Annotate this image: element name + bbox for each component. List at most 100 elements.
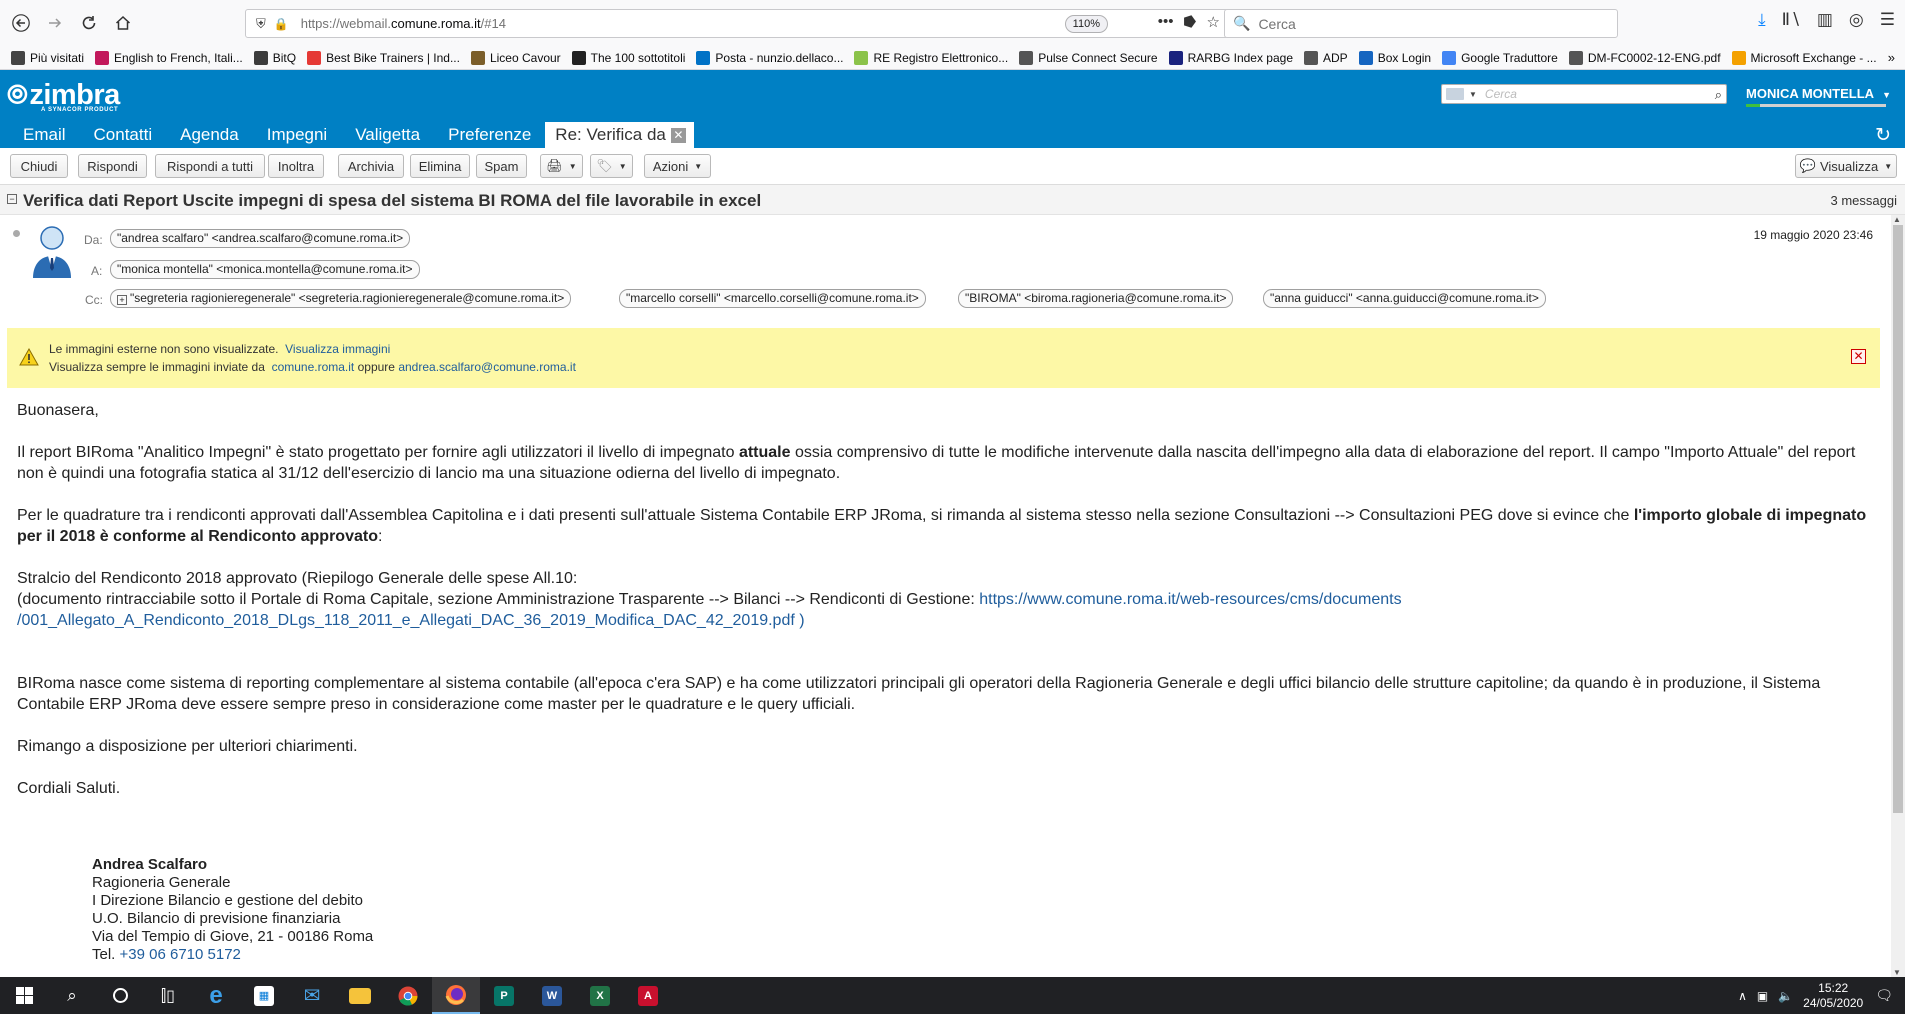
chevron-down-icon[interactable]: ▼ bbox=[1469, 90, 1477, 99]
url-bar[interactable]: ⛨ 🔒 https://webmail.comune.roma.it/#14 1… bbox=[245, 9, 1229, 38]
start-button[interactable] bbox=[0, 977, 48, 1014]
tab-impegni[interactable]: Impegni bbox=[253, 122, 341, 148]
bookmark-item[interactable]: ADP bbox=[1304, 50, 1348, 65]
bookmark-item[interactable]: The 100 sottotitoli bbox=[571, 50, 685, 65]
collapse-icon[interactable]: − bbox=[7, 194, 17, 204]
scroll-up-icon[interactable]: ▲ bbox=[1893, 215, 1901, 224]
cc-address[interactable]: + "segreteria ragionieregenerale" <segret… bbox=[110, 289, 572, 308]
task-view-icon[interactable]: ⫿▯ bbox=[144, 977, 192, 1014]
bookmark-item[interactable]: English to French, Itali... bbox=[95, 50, 243, 65]
user-menu[interactable]: MONICA MONTELLA ▼ bbox=[1746, 86, 1891, 101]
bookmark-item[interactable]: Più visitati bbox=[11, 50, 84, 65]
library-icon[interactable]: Ⅱ∖ bbox=[1782, 10, 1801, 30]
trust-sender-link[interactable]: andrea.scalfaro@comune.roma.it bbox=[398, 360, 576, 374]
to-address[interactable]: "monica montella" <monica.montella@comun… bbox=[110, 260, 420, 279]
message-date: 19 maggio 2020 23:46 bbox=[1753, 228, 1873, 242]
reply-button[interactable]: Rispondi bbox=[78, 154, 147, 178]
conversation-subject: Verifica dati Report Uscite impegni di s… bbox=[23, 191, 762, 210]
chevron-up-icon[interactable]: ∧ bbox=[1738, 989, 1747, 1003]
from-address[interactable]: "andrea scalfaro" <andrea.scalfaro@comun… bbox=[110, 229, 411, 248]
actions-button[interactable]: Azioni ▼ bbox=[644, 154, 711, 178]
delete-button[interactable]: Elimina bbox=[410, 154, 470, 178]
browser-search-input[interactable]: 🔍 Cerca bbox=[1224, 9, 1618, 38]
more-actions-icon[interactable]: ••• bbox=[1158, 13, 1174, 31]
tab-preferenze[interactable]: Preferenze bbox=[434, 122, 545, 148]
show-images-link[interactable]: Visualizza immagini bbox=[285, 342, 390, 356]
tab-agenda[interactable]: Agenda bbox=[166, 122, 253, 148]
spam-button[interactable]: Spam bbox=[476, 154, 527, 178]
cc-address[interactable]: "marcello corselli" <marcello.corselli@c… bbox=[619, 289, 926, 308]
close-tab-icon[interactable]: ✕ bbox=[670, 128, 686, 143]
notifications-icon[interactable]: 🗨 bbox=[1875, 987, 1893, 1004]
archive-button[interactable]: Archivia bbox=[338, 154, 404, 178]
tab-email[interactable]: Email bbox=[0, 122, 80, 148]
tab-contatti[interactable]: Contatti bbox=[80, 122, 167, 148]
bookmark-favicon-icon bbox=[1168, 50, 1183, 65]
network-icon[interactable]: ▣ bbox=[1757, 989, 1768, 1003]
print-button[interactable]: 🖨 ▼ bbox=[540, 154, 583, 178]
bookmark-item[interactable]: Posta - nunzio.dellaco... bbox=[696, 50, 843, 65]
bookmark-item[interactable]: Best Bike Trainers | Ind... bbox=[307, 50, 460, 65]
store-icon[interactable]: ▦ bbox=[240, 977, 288, 1014]
quota-bar bbox=[1746, 104, 1886, 107]
publisher-icon[interactable]: P bbox=[480, 977, 528, 1014]
chevron-down-icon: ▼ bbox=[1882, 90, 1891, 100]
cc-address[interactable]: "anna guiducci" <anna.guiducci@comune.ro… bbox=[1263, 289, 1546, 308]
edge-icon[interactable]: e bbox=[192, 977, 240, 1014]
tab-message[interactable]: Re: Verifica da ✕ bbox=[545, 122, 694, 148]
zoom-indicator[interactable]: 110% bbox=[1064, 15, 1108, 33]
search-icon[interactable]: ⌕ bbox=[1715, 87, 1722, 103]
scrollbar[interactable]: ▲ ▼ bbox=[1891, 215, 1905, 977]
forward-button[interactable]: Inoltra bbox=[268, 154, 324, 178]
file-explorer-icon[interactable] bbox=[336, 977, 384, 1014]
word-icon[interactable]: W bbox=[528, 977, 576, 1014]
chrome-icon[interactable] bbox=[384, 977, 432, 1014]
expand-icon[interactable]: + bbox=[117, 295, 127, 305]
zimbra-logo[interactable]: ⦾ zimbra A SYNACOR PRODUCT bbox=[7, 79, 120, 113]
back-button[interactable] bbox=[6, 8, 36, 38]
close-icon[interactable]: ✕ bbox=[1851, 349, 1866, 364]
more-bookmarks-icon[interactable]: » bbox=[1888, 50, 1895, 65]
account-icon[interactable]: ◎ bbox=[1849, 10, 1864, 30]
mail-icon[interactable]: ✉ bbox=[288, 977, 336, 1014]
cc-address[interactable]: "BIROMA" <biroma.ragioneria@comune.roma.… bbox=[958, 289, 1234, 308]
reply-all-button[interactable]: Rispondi a tutti bbox=[155, 154, 265, 178]
bookmark-star-icon[interactable]: ☆ bbox=[1207, 13, 1220, 31]
scroll-down-icon[interactable]: ▼ bbox=[1893, 968, 1901, 977]
view-button[interactable]: 💬 Visualizza ▼ bbox=[1795, 154, 1897, 178]
bookmark-item[interactable]: Microsoft Exchange - ... bbox=[1731, 50, 1877, 65]
phone-link[interactable]: +39 06 6710 5172 bbox=[120, 946, 241, 963]
close-button[interactable]: Chiudi bbox=[10, 154, 68, 178]
clock[interactable]: 15:22 24/05/2020 bbox=[1803, 981, 1863, 1011]
bookmark-item[interactable]: DM-FC0002-12-ENG.pdf bbox=[1568, 50, 1721, 65]
acrobat-icon[interactable]: A bbox=[624, 977, 672, 1014]
reload-button[interactable] bbox=[74, 8, 104, 38]
zimbra-search-input[interactable]: ▼ Cerca ⌕ bbox=[1441, 84, 1727, 104]
bookmark-item[interactable]: RARBG Index page bbox=[1168, 50, 1293, 65]
excel-icon[interactable]: X bbox=[576, 977, 624, 1014]
home-icon bbox=[115, 15, 131, 30]
download-icon[interactable]: ⤓ bbox=[1758, 10, 1766, 30]
tag-button[interactable]: 🏷 ▼ bbox=[590, 154, 633, 178]
bookmark-item[interactable]: Box Login bbox=[1358, 50, 1431, 65]
sidebar-icon[interactable]: ▥ bbox=[1817, 10, 1833, 30]
home-button[interactable] bbox=[108, 8, 138, 38]
bookmark-item[interactable]: RE Registro Elettronico... bbox=[854, 50, 1008, 65]
volume-icon[interactable]: 🔈 bbox=[1778, 989, 1793, 1003]
search-icon[interactable]: ⌕ bbox=[48, 977, 96, 1014]
bookmark-item[interactable]: Pulse Connect Secure bbox=[1019, 50, 1158, 65]
read-status-icon[interactable] bbox=[13, 230, 20, 237]
bookmark-item[interactable]: Google Traduttore bbox=[1442, 50, 1558, 65]
bookmark-item[interactable]: BitQ bbox=[253, 50, 296, 65]
trust-domain-link[interactable]: comune.roma.it bbox=[272, 360, 355, 374]
pocket-icon[interactable]: ⭓ bbox=[1184, 13, 1197, 31]
bookmark-item[interactable]: Liceo Cavour bbox=[470, 50, 561, 65]
mail-type-icon[interactable] bbox=[1446, 88, 1464, 100]
scrollbar-thumb[interactable] bbox=[1893, 225, 1903, 813]
firefox-icon[interactable] bbox=[432, 977, 480, 1014]
refresh-icon[interactable]: ↻ bbox=[1875, 124, 1891, 147]
forward-button[interactable] bbox=[40, 8, 70, 38]
menu-icon[interactable]: ☰ bbox=[1880, 10, 1895, 30]
tab-valigetta[interactable]: Valigetta bbox=[341, 122, 434, 148]
cortana-icon[interactable] bbox=[96, 977, 144, 1014]
